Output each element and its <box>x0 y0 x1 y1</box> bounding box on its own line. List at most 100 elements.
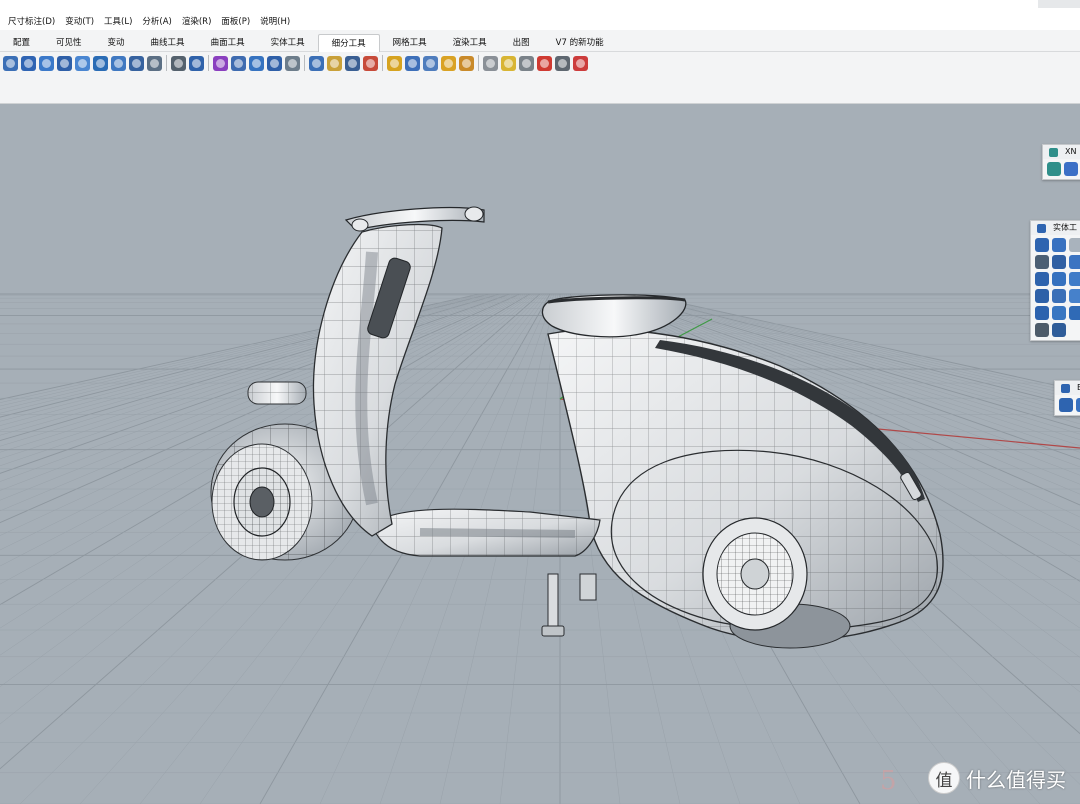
subd-brush-icon[interactable] <box>459 55 474 71</box>
subd-mesh-icon[interactable] <box>147 55 162 71</box>
subd-sweep-icon[interactable] <box>405 55 420 71</box>
box-panel-title: B <box>1055 381 1080 395</box>
chamfer-edge-icon[interactable] <box>1052 272 1066 286</box>
command-icons <box>3 55 591 71</box>
tab-1[interactable]: 可见性 <box>43 34 95 52</box>
box-floating-panel: B <box>1054 380 1080 416</box>
toolbar-separator <box>166 55 167 71</box>
watermark-logo-icon: 值 <box>928 762 960 794</box>
subd-pipe-icon[interactable] <box>441 55 456 71</box>
floorboard <box>371 508 601 557</box>
subd-loft-icon[interactable] <box>387 55 402 71</box>
faint-watermark: 5 <box>880 766 897 796</box>
move-edge-icon[interactable] <box>1035 306 1049 320</box>
menu-item-1[interactable]: 变动(T) <box>65 15 94 27</box>
blend-edge-icon[interactable] <box>1069 272 1080 286</box>
subd-delete-icon[interactable] <box>537 55 552 71</box>
subd-crease-icon[interactable] <box>213 55 228 71</box>
subd-stitch-icon[interactable] <box>345 55 360 71</box>
subd-quadball-icon[interactable] <box>129 55 144 71</box>
history-icon[interactable] <box>1035 323 1049 337</box>
box-split-icon[interactable] <box>1076 398 1080 412</box>
menu-item-3[interactable]: 分析(A) <box>142 15 171 27</box>
perspective-viewport[interactable]: XN 实体工 B 5 值 什么值得买 <box>0 104 1080 804</box>
window-controls[interactable] <box>1038 0 1080 8</box>
subd-close-icon[interactable] <box>573 55 588 71</box>
xn-floating-panel: XN <box>1042 144 1080 180</box>
tab-4[interactable]: 曲面工具 <box>198 34 258 52</box>
subd-rail-icon[interactable] <box>423 55 438 71</box>
extract-surface-icon[interactable] <box>1052 255 1066 269</box>
tab-8[interactable]: 渲染工具 <box>440 34 500 52</box>
help-icon[interactable] <box>1064 162 1078 176</box>
tab-5[interactable]: 实体工具 <box>258 34 318 52</box>
tab-6[interactable]: 细分工具 <box>317 34 380 52</box>
subd-filter-icon[interactable] <box>519 55 534 71</box>
subd-insert-edge-icon[interactable] <box>267 55 282 71</box>
toolbar-tabs: 配置 可见性 变动 曲线工具 曲面工具 实体工具 细分工具 网格工具 渲染工具 出图 V7 的新功能 <box>0 34 617 52</box>
subd-cone-icon[interactable] <box>111 55 126 71</box>
solid-panel-icons <box>1031 235 1080 340</box>
tab-9[interactable]: 出图 <box>500 34 543 52</box>
subd-bridge-icon[interactable] <box>171 55 186 71</box>
subd-offset-icon[interactable] <box>327 55 342 71</box>
menu-row: 尺寸标注(D) 变动(T) 工具(L) 分析(A) 渲染(R) 面板(P) 说明(H) <box>0 15 290 27</box>
make-hole-icon[interactable] <box>1069 306 1080 320</box>
boolean-split-icon[interactable] <box>1069 238 1080 252</box>
solid-panel-title: 实体工 <box>1031 221 1080 235</box>
subd-torus-icon[interactable] <box>75 55 90 71</box>
boolean-difference-icon[interactable] <box>1052 238 1066 252</box>
subd-edit-icon[interactable] <box>3 55 18 71</box>
tab-2[interactable]: 变动 <box>95 34 138 52</box>
fillet-edge-icon[interactable] <box>1035 272 1049 286</box>
toolbar-separator <box>382 55 383 71</box>
panel-grip-icon <box>1049 148 1058 157</box>
toolbar-separator <box>304 55 305 71</box>
subd-cylinder-icon[interactable] <box>39 55 54 71</box>
scooter-model[interactable] <box>210 206 944 649</box>
toolbar-separator <box>478 55 479 71</box>
menu-item-5[interactable]: 面板(P) <box>221 15 250 27</box>
toolbar-tab-bar: 配置 可见性 变动 曲线工具 曲面工具 实体工具 细分工具 网格工具 渲染工具 出图 V7 的新功能 <box>0 30 1080 52</box>
xn-panel-title: XN <box>1043 145 1080 159</box>
front-fork <box>247 381 307 405</box>
subd-sphere-icon[interactable] <box>21 55 36 71</box>
tab-0[interactable]: 配置 <box>0 34 43 52</box>
menu-item-6[interactable]: 说明(H) <box>260 15 290 27</box>
subd-extrude-icon[interactable] <box>309 55 324 71</box>
subd-smooth-icon[interactable] <box>483 55 498 71</box>
toolbar-separator <box>208 55 209 71</box>
menu-item-0[interactable]: 尺寸标注(D) <box>8 15 55 27</box>
subd-select-icon[interactable] <box>501 55 516 71</box>
subd-remove-crease-icon[interactable] <box>231 55 246 71</box>
cap-holes-icon[interactable] <box>1035 255 1049 269</box>
panel-grip-icon <box>1037 224 1046 233</box>
subd-weld-icon[interactable] <box>249 55 264 71</box>
tab-10[interactable]: V7 的新功能 <box>543 34 617 52</box>
shell-icon[interactable] <box>1069 255 1080 269</box>
menu-item-4[interactable]: 渲染(R) <box>182 15 212 27</box>
bucket-icon[interactable] <box>1052 323 1066 337</box>
xn-align-icon[interactable] <box>1047 162 1061 176</box>
subd-box-icon[interactable] <box>93 55 108 71</box>
subd-append-icon[interactable] <box>363 55 378 71</box>
subd-history-icon[interactable] <box>555 55 570 71</box>
solid-tools-floating-panel: 实体工 <box>1030 220 1080 341</box>
viewport-canvas[interactable] <box>0 104 1080 804</box>
subd-plane-icon[interactable] <box>57 55 72 71</box>
boolean-union-icon[interactable] <box>1035 238 1049 252</box>
wire-cut-icon[interactable] <box>1052 306 1066 320</box>
menu-item-2[interactable]: 工具(L) <box>104 15 132 27</box>
split-face-icon[interactable] <box>1052 289 1066 303</box>
box-solid-icon[interactable] <box>1059 398 1073 412</box>
kickstand <box>541 573 597 637</box>
tab-3[interactable]: 曲线工具 <box>138 34 198 52</box>
subd-symmetry-icon[interactable] <box>285 55 300 71</box>
menu-bar: 尺寸标注(D) 变动(T) 工具(L) 分析(A) 渲染(R) 面板(P) 说明(H) <box>0 0 1080 30</box>
extrude-face-icon[interactable] <box>1069 289 1080 303</box>
move-face-icon[interactable] <box>1035 289 1049 303</box>
subd-fill-icon[interactable] <box>189 55 204 71</box>
site-watermark: 值 什么值得买 <box>928 762 1066 794</box>
tab-7[interactable]: 网格工具 <box>380 34 440 52</box>
box-panel-icons <box>1055 395 1080 415</box>
